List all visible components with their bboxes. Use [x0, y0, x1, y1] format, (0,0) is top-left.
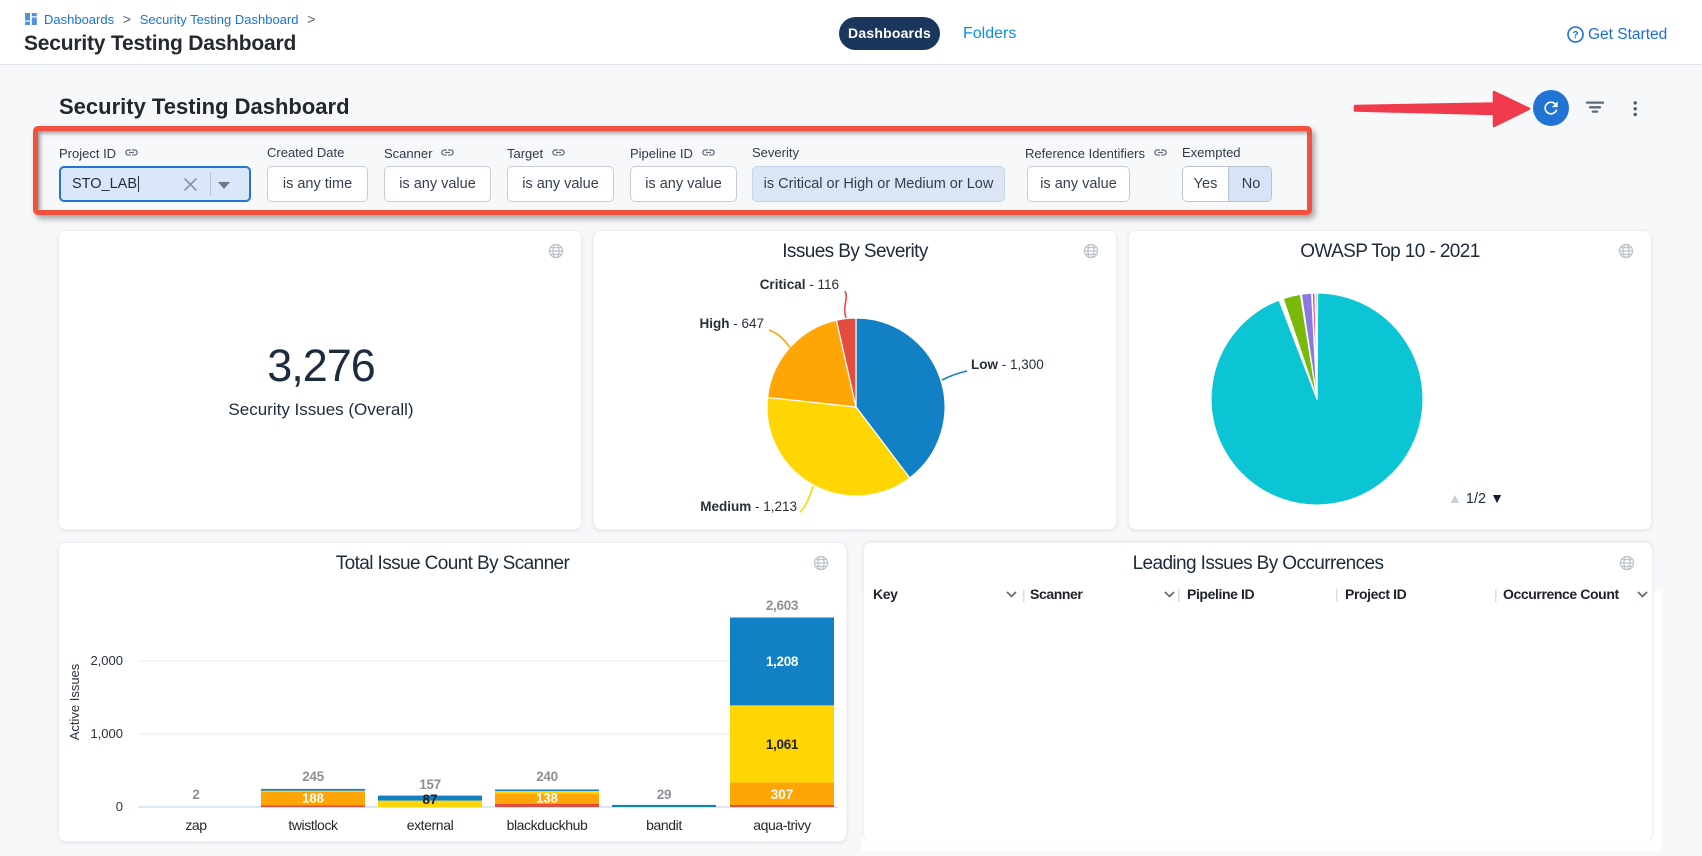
svg-text:2: 2	[192, 787, 199, 802]
svg-text:2,603: 2,603	[766, 598, 799, 613]
svg-text:?: ?	[1572, 30, 1578, 41]
svg-text:188: 188	[302, 791, 324, 806]
svg-text:157: 157	[419, 777, 441, 792]
svg-text:twistlock: twistlock	[288, 817, 339, 833]
svg-text:307: 307	[771, 787, 794, 802]
svg-text:aqua-trivy: aqua-trivy	[753, 817, 811, 833]
svg-text:zap: zap	[185, 817, 207, 833]
svg-text:2,000: 2,000	[90, 653, 123, 668]
svg-text:1,061: 1,061	[766, 737, 799, 752]
svg-text:Active Issues: Active Issues	[67, 663, 82, 740]
svg-text:1,000: 1,000	[90, 726, 123, 741]
svg-text:external: external	[407, 817, 454, 833]
svg-text:bandit: bandit	[646, 817, 682, 833]
svg-text:87: 87	[422, 792, 437, 807]
svg-text:1,208: 1,208	[766, 654, 799, 669]
svg-text:240: 240	[536, 769, 558, 784]
svg-text:Low - 1,300: Low - 1,300	[971, 357, 1044, 372]
svg-text:blackduckhub: blackduckhub	[507, 817, 588, 833]
svg-text:138: 138	[536, 791, 558, 806]
svg-text:245: 245	[302, 769, 324, 784]
svg-text:0: 0	[116, 799, 123, 814]
svg-text:Critical - 116: Critical - 116	[760, 277, 839, 292]
svg-text:High - 647: High - 647	[699, 316, 764, 331]
svg-text:Medium - 1,213: Medium - 1,213	[700, 499, 797, 514]
svg-text:29: 29	[657, 787, 671, 802]
